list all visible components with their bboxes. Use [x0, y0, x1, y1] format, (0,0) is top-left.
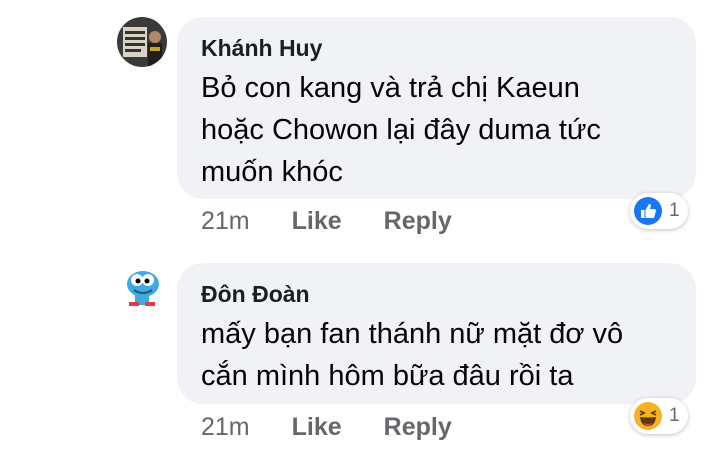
reaction-count: 1 — [669, 405, 680, 426]
like-button[interactable]: Like — [292, 413, 342, 442]
comment-author[interactable]: Đôn Đoàn — [201, 281, 310, 308]
comment-timestamp[interactable]: 21m — [201, 413, 250, 442]
comment-text-line: hoặc Chowon lại đây duma tức — [201, 114, 601, 146]
reply-button[interactable]: Reply — [384, 207, 452, 236]
comment-bubble: Đôn Đoàn mấy bạn fan thánh nữ mặt đơ vô … — [177, 263, 696, 404]
avatar-cartoon-icon — [117, 262, 167, 312]
avatar[interactable] — [117, 262, 167, 312]
like-button[interactable]: Like — [292, 207, 342, 236]
haha-icon — [634, 402, 662, 430]
comment-actions: 21m Like Reply — [201, 204, 494, 238]
comment-text-line: Bỏ con kang và trả chị Kaeun — [201, 72, 580, 104]
comment-author[interactable]: Khánh Huy — [201, 35, 322, 62]
avatar[interactable] — [117, 17, 167, 67]
comment-text-line: mấy bạn fan thánh nữ mặt đơ vô — [201, 318, 624, 350]
comment-text-line: cắn mình hôm bữa đâu rồi ta — [201, 360, 574, 392]
comment-text: mấy bạn fan thánh nữ mặt đơ vô cắn mình … — [201, 313, 681, 397]
reaction-summary[interactable]: 1 — [630, 398, 688, 434]
avatar-photo-icon — [117, 17, 167, 67]
comment-text: Bỏ con kang và trả chị Kaeun hoặc Chowon… — [201, 67, 681, 193]
reaction-summary[interactable]: 1 — [630, 193, 688, 229]
comment-text-line: muốn khóc — [201, 156, 343, 188]
comment-actions: 21m Like Reply — [201, 410, 494, 444]
comment-bubble: Khánh Huy Bỏ con kang và trả chị Kaeun h… — [177, 17, 696, 199]
comment-timestamp[interactable]: 21m — [201, 207, 250, 236]
reaction-count: 1 — [669, 200, 680, 221]
like-icon — [634, 197, 662, 225]
reply-button[interactable]: Reply — [384, 413, 452, 442]
